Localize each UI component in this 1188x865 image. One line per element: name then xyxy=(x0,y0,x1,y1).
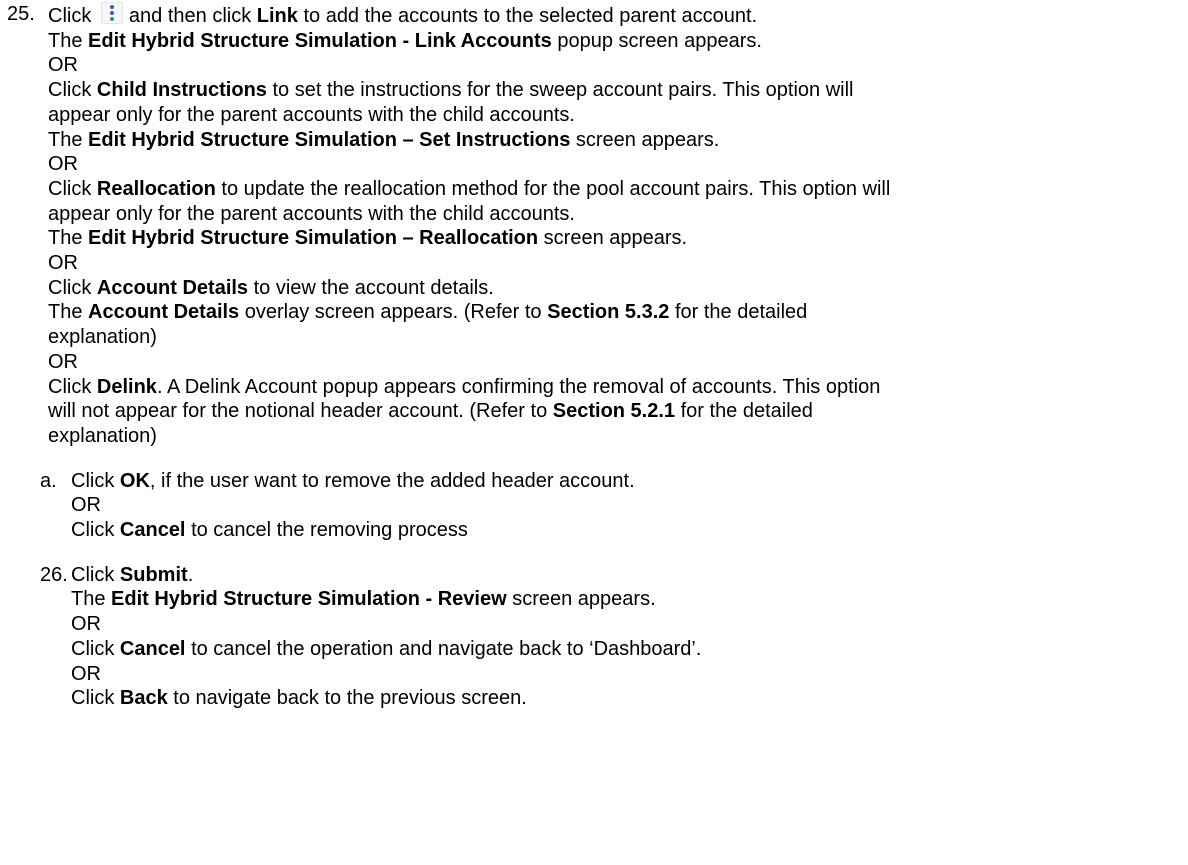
step-25: 25. Click and then click Link to add the… xyxy=(0,2,1188,449)
step-number: 26. xyxy=(40,563,68,586)
or-separator: OR xyxy=(48,54,78,77)
step-25-line-delink-cont2: explanation) xyxy=(48,424,157,447)
or-separator: OR xyxy=(71,613,101,636)
step-26-line-review-result: The Edit Hybrid Structure Simulation - R… xyxy=(71,588,656,611)
step-25-line-account-details: Click Account Details to view the accoun… xyxy=(48,276,494,299)
or-separator: OR xyxy=(71,494,101,517)
kebab-menu-icon xyxy=(100,2,123,24)
step-25-line-link: Click and then click Link to add the acc… xyxy=(48,2,1188,29)
substep-a-body: Click OK, if the user want to remove the… xyxy=(71,469,1188,543)
step-26-line-submit: Click Submit. xyxy=(71,563,194,586)
step-26-line-back: Click Back to navigate back to the previ… xyxy=(71,687,527,710)
step-26-body: Click Submit. The Edit Hybrid Structure … xyxy=(71,563,1188,711)
step-25-line-link-result: The Edit Hybrid Structure Simulation - L… xyxy=(48,29,762,52)
substep-a-line-ok: Click OK, if the user want to remove the… xyxy=(71,469,635,492)
link-option-label: Link xyxy=(256,5,298,27)
step-25-line-reallocation-cont: appear only for the parent accounts with… xyxy=(48,202,575,225)
substep-a-line-cancel: Click Cancel to cancel the removing proc… xyxy=(71,519,468,542)
step-25-line-delink-cont: will not appear for the notional header … xyxy=(48,400,813,423)
step-25-body: Click and then click Link to add the acc… xyxy=(48,2,1188,449)
section-reference: Section 5.2.1 xyxy=(552,400,676,423)
step-26-line-cancel: Click Cancel to cancel the operation and… xyxy=(71,637,702,660)
step-25-line-child-instructions: Click Child Instructions to set the inst… xyxy=(48,79,854,102)
or-separator: OR xyxy=(48,252,78,275)
substep-letter: a. xyxy=(40,469,57,492)
or-separator: OR xyxy=(48,350,78,373)
step-25-line-account-details-result: The Account Details overlay screen appea… xyxy=(48,301,808,324)
step-25-line-delink: Click Delink. A Delink Account popup app… xyxy=(48,375,881,398)
section-reference: Section 5.3.2 xyxy=(547,301,670,324)
or-separator: OR xyxy=(71,662,101,685)
step-25-line-child-instructions-cont: appear only for the parent accounts with… xyxy=(48,103,575,126)
substep-a: a. Click OK, if the user want to remove … xyxy=(0,469,1188,543)
or-separator: OR xyxy=(48,153,78,176)
step-25-line-account-details-cont: explanation) xyxy=(48,326,157,349)
step-25-line-reallocation-result: The Edit Hybrid Structure Simulation – R… xyxy=(48,227,688,250)
step-number: 25. xyxy=(7,3,35,25)
step-25-line-set-instructions-result: The Edit Hybrid Structure Simulation – S… xyxy=(48,128,720,151)
step-25-line-reallocation: Click Reallocation to update the realloc… xyxy=(48,177,891,200)
step-26: 26. Click Submit. The Edit Hybrid Struct… xyxy=(0,563,1188,711)
document-page: 25. Click and then click Link to add the… xyxy=(0,0,1188,865)
